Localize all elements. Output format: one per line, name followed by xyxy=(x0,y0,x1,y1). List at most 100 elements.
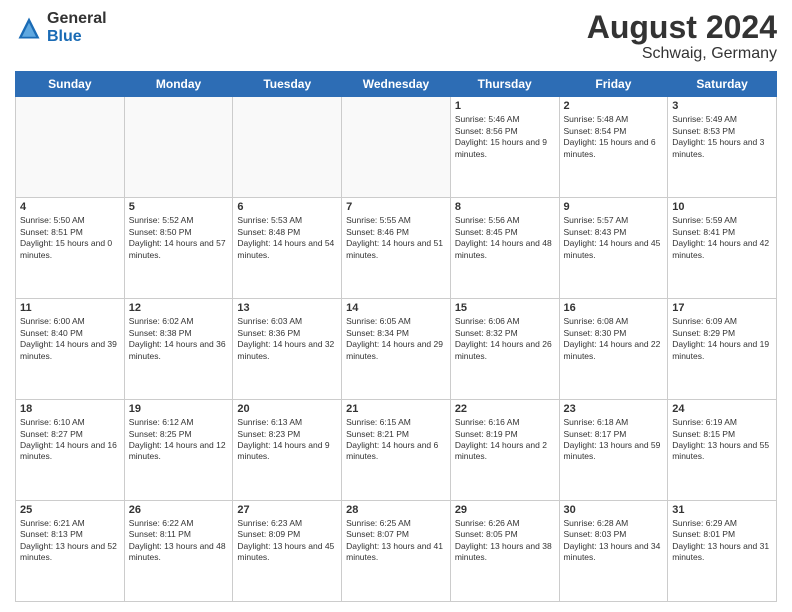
day-cell: 8 Sunrise: 5:56 AM Sunset: 8:45 PM Daylig… xyxy=(450,198,559,299)
day-number: 11 xyxy=(20,302,120,314)
day-info: Sunrise: 6:00 AM Sunset: 8:40 PM Dayligh… xyxy=(20,316,120,362)
day-cell xyxy=(124,97,233,198)
day-info: Sunrise: 5:48 AM Sunset: 8:54 PM Dayligh… xyxy=(564,114,664,160)
day-number: 31 xyxy=(672,504,772,516)
day-number: 9 xyxy=(564,201,664,213)
day-cell: 7 Sunrise: 5:55 AM Sunset: 8:46 PM Daylig… xyxy=(342,198,451,299)
day-info: Sunrise: 6:15 AM Sunset: 8:21 PM Dayligh… xyxy=(346,417,446,463)
day-info: Sunrise: 6:13 AM Sunset: 8:23 PM Dayligh… xyxy=(237,417,337,463)
day-cell: 21 Sunrise: 6:15 AM Sunset: 8:21 PM Dayli… xyxy=(342,400,451,501)
day-info: Sunrise: 6:08 AM Sunset: 8:30 PM Dayligh… xyxy=(564,316,664,362)
day-cell: 24Sunrise: 6:19 AM Sunset: 8:15 PM Dayli… xyxy=(668,400,777,501)
day-number: 16 xyxy=(564,302,664,314)
day-cell: 13Sunrise: 6:03 AM Sunset: 8:36 PM Dayli… xyxy=(233,299,342,400)
day-info: Sunrise: 6:23 AM Sunset: 8:09 PM Dayligh… xyxy=(237,518,337,564)
day-number: 2 xyxy=(564,100,664,112)
day-number: 12 xyxy=(129,302,229,314)
day-number: 29 xyxy=(455,504,555,516)
day-number: 22 xyxy=(455,403,555,415)
calendar: SundayMondayTuesdayWednesdayThursdayFrid… xyxy=(15,71,777,602)
day-cell xyxy=(233,97,342,198)
week-row-4: 18Sunrise: 6:10 AM Sunset: 8:27 PM Dayli… xyxy=(16,400,777,501)
day-info: Sunrise: 6:16 AM Sunset: 8:19 PM Dayligh… xyxy=(455,417,555,463)
day-number: 10 xyxy=(672,201,772,213)
day-cell: 29Sunrise: 6:26 AM Sunset: 8:05 PM Dayli… xyxy=(450,501,559,602)
day-info: Sunrise: 6:09 AM Sunset: 8:29 PM Dayligh… xyxy=(672,316,772,362)
day-info: Sunrise: 5:46 AM Sunset: 8:56 PM Dayligh… xyxy=(455,114,555,160)
day-info: Sunrise: 6:29 AM Sunset: 8:01 PM Dayligh… xyxy=(672,518,772,564)
day-number: 25 xyxy=(20,504,120,516)
day-info: Sunrise: 6:19 AM Sunset: 8:15 PM Dayligh… xyxy=(672,417,772,463)
day-number: 17 xyxy=(672,302,772,314)
page: General Blue August 2024 Schwaig, German… xyxy=(0,0,792,612)
day-cell: 20 Sunrise: 6:13 AM Sunset: 8:23 PM Dayli… xyxy=(233,400,342,501)
day-number: 1 xyxy=(455,100,555,112)
day-number: 13 xyxy=(237,302,337,314)
day-cell: 19Sunrise: 6:12 AM Sunset: 8:25 PM Dayli… xyxy=(124,400,233,501)
day-cell: 11 Sunrise: 6:00 AM Sunset: 8:40 PM Dayli… xyxy=(16,299,125,400)
day-info: Sunrise: 6:12 AM Sunset: 8:25 PM Dayligh… xyxy=(129,417,229,463)
day-info: Sunrise: 6:28 AM Sunset: 8:03 PM Dayligh… xyxy=(564,518,664,564)
day-cell: 23 Sunrise: 6:18 AM Sunset: 8:17 PM Dayli… xyxy=(559,400,668,501)
logo: General Blue xyxy=(15,10,107,45)
day-number: 7 xyxy=(346,201,446,213)
day-cell: 16 Sunrise: 6:08 AM Sunset: 8:30 PM Dayli… xyxy=(559,299,668,400)
day-info: Sunrise: 6:02 AM Sunset: 8:38 PM Dayligh… xyxy=(129,316,229,362)
day-number: 4 xyxy=(20,201,120,213)
day-info: Sunrise: 5:53 AM Sunset: 8:48 PM Dayligh… xyxy=(237,215,337,261)
day-number: 14 xyxy=(346,302,446,314)
day-cell: 25Sunrise: 6:21 AM Sunset: 8:13 PM Dayli… xyxy=(16,501,125,602)
header: General Blue August 2024 Schwaig, German… xyxy=(15,10,777,63)
day-info: Sunrise: 5:59 AM Sunset: 8:41 PM Dayligh… xyxy=(672,215,772,261)
day-cell: 18Sunrise: 6:10 AM Sunset: 8:27 PM Dayli… xyxy=(16,400,125,501)
day-info: Sunrise: 5:52 AM Sunset: 8:50 PM Dayligh… xyxy=(129,215,229,261)
day-info: Sunrise: 6:10 AM Sunset: 8:27 PM Dayligh… xyxy=(20,417,120,463)
calendar-header: SundayMondayTuesdayWednesdayThursdayFrid… xyxy=(16,72,777,97)
day-number: 23 xyxy=(564,403,664,415)
day-info: Sunrise: 5:55 AM Sunset: 8:46 PM Dayligh… xyxy=(346,215,446,261)
day-info: Sunrise: 6:18 AM Sunset: 8:17 PM Dayligh… xyxy=(564,417,664,463)
day-cell: 31 Sunrise: 6:29 AM Sunset: 8:01 PM Dayli… xyxy=(668,501,777,602)
day-number: 15 xyxy=(455,302,555,314)
day-number: 21 xyxy=(346,403,446,415)
day-number: 6 xyxy=(237,201,337,213)
day-number: 8 xyxy=(455,201,555,213)
week-row-5: 25Sunrise: 6:21 AM Sunset: 8:13 PM Dayli… xyxy=(16,501,777,602)
week-row-3: 11 Sunrise: 6:00 AM Sunset: 8:40 PM Dayli… xyxy=(16,299,777,400)
day-cell: 9Sunrise: 5:57 AM Sunset: 8:43 PM Daylig… xyxy=(559,198,668,299)
week-row-2: 4Sunrise: 5:50 AM Sunset: 8:51 PM Daylig… xyxy=(16,198,777,299)
day-cell: 4Sunrise: 5:50 AM Sunset: 8:51 PM Daylig… xyxy=(16,198,125,299)
day-cell: 17 Sunrise: 6:09 AM Sunset: 8:29 PM Dayli… xyxy=(668,299,777,400)
day-cell xyxy=(16,97,125,198)
logo-blue-text: Blue xyxy=(47,28,107,46)
weekday-header-sunday: Sunday xyxy=(16,72,125,97)
day-info: Sunrise: 5:56 AM Sunset: 8:45 PM Dayligh… xyxy=(455,215,555,261)
day-cell: 14 Sunrise: 6:05 AM Sunset: 8:34 PM Dayli… xyxy=(342,299,451,400)
day-number: 27 xyxy=(237,504,337,516)
title-block: August 2024 Schwaig, Germany xyxy=(587,10,777,63)
logo-general-text: General xyxy=(47,10,107,28)
weekday-header-friday: Friday xyxy=(559,72,668,97)
logo-icon xyxy=(15,14,43,42)
day-cell xyxy=(342,97,451,198)
weekday-header-thursday: Thursday xyxy=(450,72,559,97)
day-info: Sunrise: 6:05 AM Sunset: 8:34 PM Dayligh… xyxy=(346,316,446,362)
day-number: 28 xyxy=(346,504,446,516)
day-cell: 2 Sunrise: 5:48 AM Sunset: 8:54 PM Daylig… xyxy=(559,97,668,198)
day-number: 26 xyxy=(129,504,229,516)
day-cell: 30 Sunrise: 6:28 AM Sunset: 8:03 PM Dayli… xyxy=(559,501,668,602)
day-number: 30 xyxy=(564,504,664,516)
day-cell: 26 Sunrise: 6:22 AM Sunset: 8:11 PM Dayli… xyxy=(124,501,233,602)
day-info: Sunrise: 6:06 AM Sunset: 8:32 PM Dayligh… xyxy=(455,316,555,362)
location-text: Schwaig, Germany xyxy=(587,45,777,63)
day-number: 20 xyxy=(237,403,337,415)
weekday-header-tuesday: Tuesday xyxy=(233,72,342,97)
week-row-1: 1 Sunrise: 5:46 AM Sunset: 8:56 PM Daylig… xyxy=(16,97,777,198)
logo-text: General Blue xyxy=(47,10,107,45)
month-year-title: August 2024 xyxy=(587,10,777,45)
day-cell: 27 Sunrise: 6:23 AM Sunset: 8:09 PM Dayli… xyxy=(233,501,342,602)
weekday-header-row: SundayMondayTuesdayWednesdayThursdayFrid… xyxy=(16,72,777,97)
day-number: 5 xyxy=(129,201,229,213)
day-info: Sunrise: 6:22 AM Sunset: 8:11 PM Dayligh… xyxy=(129,518,229,564)
calendar-table: SundayMondayTuesdayWednesdayThursdayFrid… xyxy=(15,71,777,602)
